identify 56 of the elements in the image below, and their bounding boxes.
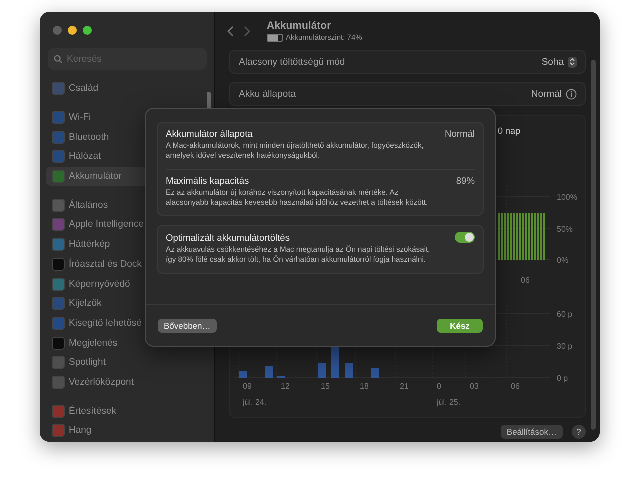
setting-label: Alacsony töltöttségű mód <box>239 56 346 68</box>
setting-title: Optimalizált akkumulátortöltés <box>166 232 290 243</box>
axis-label: 0 <box>437 382 442 391</box>
axis-label: 0 p <box>557 374 568 383</box>
sidebar-item[interactable]: Vezérlőközpont <box>46 372 208 392</box>
help-button[interactable]: ? <box>572 425 586 439</box>
setting-value: Normál <box>531 88 562 100</box>
setting-value: 89% <box>456 176 475 186</box>
axis-label: 0% <box>557 256 569 265</box>
popup-button[interactable]: Soha <box>542 56 577 68</box>
done-button[interactable]: Kész <box>437 318 483 332</box>
axis-label: 06 <box>521 276 530 285</box>
axis-label: 60 p <box>557 310 573 319</box>
axis-label: 50% <box>557 225 574 234</box>
activity-bar <box>345 363 353 378</box>
sidebar-item[interactable]: Család <box>46 79 208 99</box>
axis-label: 15 <box>321 382 330 391</box>
date-label: júl. 24. <box>243 398 267 407</box>
date-label: júl. 25. <box>437 398 461 407</box>
axis-label: 100% <box>557 193 578 202</box>
setting-title: Akkumulátor állapota <box>166 129 253 139</box>
axis-label: 03 <box>470 382 479 391</box>
axis-label: 09 <box>243 382 252 391</box>
window-control-button[interactable] <box>83 26 92 35</box>
setting-label: Akku állapota <box>239 88 298 100</box>
chevron-right-icon[interactable] <box>244 26 251 36</box>
search-icon <box>54 54 63 64</box>
sidebar-item[interactable]: Képernyővédő <box>46 274 208 294</box>
axis-label: 06 <box>511 382 520 391</box>
sidebar-item[interactable]: Kijelzők <box>46 294 208 314</box>
window-control-button[interactable] <box>68 26 77 35</box>
usage-text: 0 nap <box>498 126 521 136</box>
chevron-updown-icon <box>568 56 577 68</box>
activity-bar <box>371 368 379 378</box>
activity-bar <box>239 371 247 378</box>
sidebar-item[interactable]: Spotlight <box>46 352 208 373</box>
setting-value: Normál <box>445 129 475 139</box>
settings-button[interactable]: Beállítások… <box>500 425 563 439</box>
sidebar-item[interactable]: Apple Intelligence <box>46 215 208 235</box>
page-title: Akkumulátor <box>267 20 332 32</box>
toggle-switch[interactable] <box>455 232 475 244</box>
activity-bar <box>318 363 326 378</box>
more-info-button[interactable]: Bővebben… <box>158 318 217 332</box>
axis-label: 21 <box>400 382 409 391</box>
info-icon[interactable] <box>566 88 577 100</box>
axis-label: 18 <box>360 382 369 391</box>
activity-bar <box>265 366 273 378</box>
sidebar-item[interactable]: Értesítések <box>46 401 208 421</box>
chevron-left-icon[interactable] <box>227 26 234 36</box>
battery-level-bars <box>498 213 545 260</box>
axis-label: 30 p <box>557 342 573 351</box>
sidebar-item[interactable]: Wi-Fi <box>46 108 208 128</box>
sidebar-item[interactable]: Megjelenés <box>46 333 208 353</box>
axis-label: 12 <box>281 382 290 391</box>
sidebar-item[interactable]: Hang <box>46 421 208 441</box>
battery-icon <box>267 34 283 42</box>
